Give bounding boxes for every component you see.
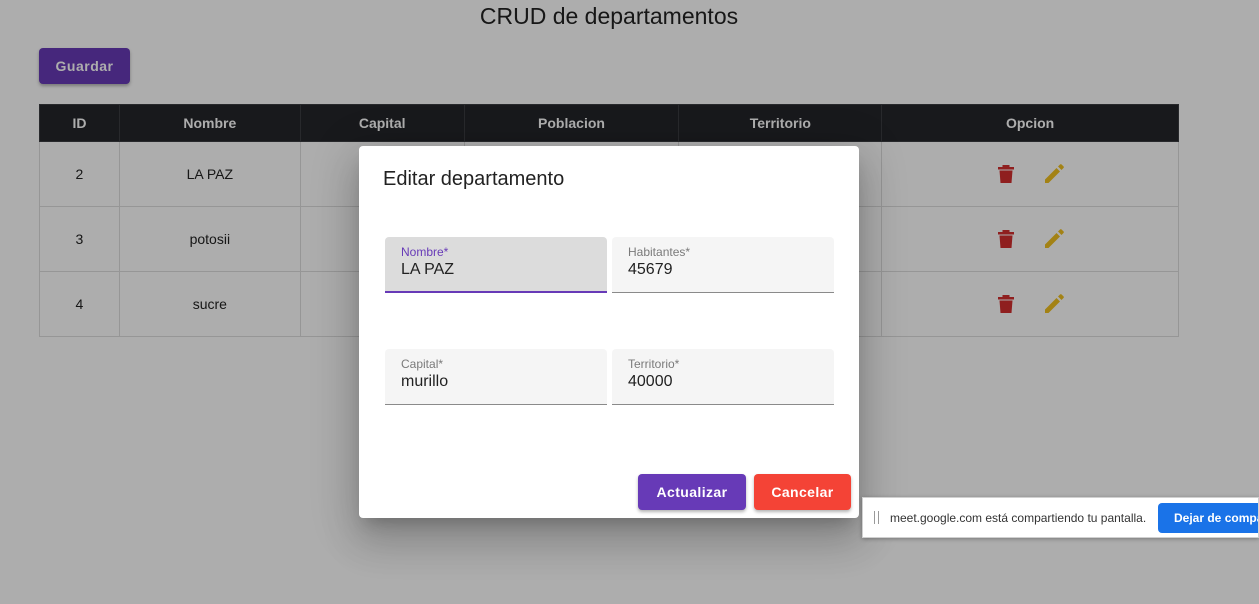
share-message: meet.google.com está compartiendo tu pan… — [890, 511, 1147, 525]
edit-dialog: Editar departamento Nombre* Habitantes* … — [359, 146, 859, 518]
stop-sharing-button[interactable]: Dejar de compa — [1158, 503, 1258, 533]
nombre-field[interactable]: Nombre* — [385, 237, 607, 293]
dialog-title: Editar departamento — [383, 168, 565, 190]
territorio-field[interactable]: Territorio* — [612, 349, 834, 405]
capital-input[interactable] — [401, 373, 591, 391]
update-button[interactable]: Actualizar — [638, 474, 746, 510]
screen-share-bar: meet.google.com está compartiendo tu pan… — [862, 497, 1259, 538]
cancel-button[interactable]: Cancelar — [754, 474, 851, 510]
drag-handle-icon[interactable] — [874, 511, 879, 524]
nombre-label: Nombre* — [401, 245, 449, 259]
capital-field[interactable]: Capital* — [385, 349, 607, 405]
capital-label: Capital* — [401, 357, 444, 371]
habitantes-label: Habitantes* — [628, 245, 691, 259]
nombre-input[interactable] — [401, 261, 591, 279]
habitantes-input[interactable] — [628, 261, 818, 279]
territorio-label: Territorio* — [628, 357, 680, 371]
habitantes-field[interactable]: Habitantes* — [612, 237, 834, 293]
territorio-input[interactable] — [628, 373, 818, 391]
